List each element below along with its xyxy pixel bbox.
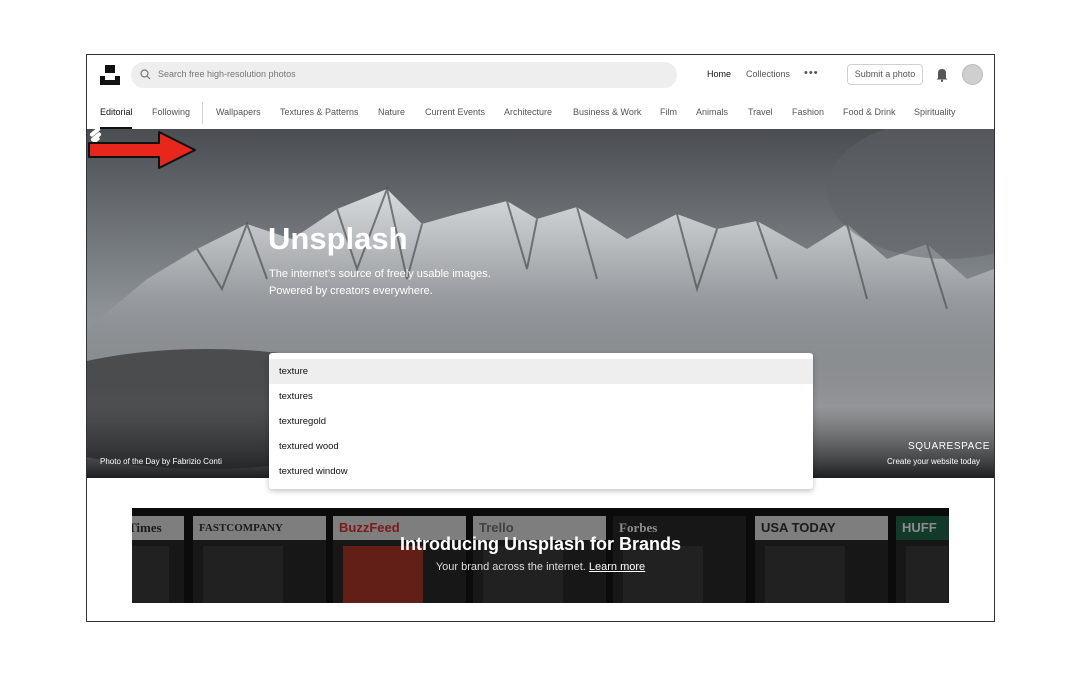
tab-animals[interactable]: Animals (696, 107, 728, 117)
brands-promo-banner[interactable]: Times FASTCOMPANY BuzzFeed Trello Forbes… (132, 508, 949, 603)
banner-subtitle: Your brand across the internet. Learn mo… (132, 561, 949, 573)
browser-frame: Search free high-resolution photos Home … (86, 54, 995, 622)
photo-credit-link[interactable]: Photo of the Day by Fabrizio Conti (100, 457, 222, 466)
tab-travel[interactable]: Travel (748, 107, 773, 117)
suggestion-item[interactable]: textures (269, 384, 813, 409)
suggestion-item[interactable]: texturegold (269, 409, 813, 434)
banner-title: Introducing Unsplash for Brands (399, 534, 681, 554)
hero-title: Unsplash (268, 221, 408, 256)
search-icon (140, 69, 151, 80)
nav-divider (202, 102, 203, 124)
hero-subtitle-line1: The internet’s source of freely usable i… (269, 268, 491, 280)
user-avatar[interactable] (962, 64, 983, 85)
red-annotation-arrow (88, 131, 196, 169)
tab-editorial[interactable]: Editorial (100, 107, 133, 117)
tab-food-drink[interactable]: Food & Drink (843, 107, 896, 117)
suggestion-item[interactable]: textured wood (269, 434, 813, 459)
tab-nature[interactable]: Nature (378, 107, 405, 117)
nav-collections-link[interactable]: Collections (746, 69, 790, 79)
tab-wallpapers[interactable]: Wallpapers (216, 107, 261, 117)
tab-following[interactable]: Following (152, 107, 190, 117)
tab-film[interactable]: Film (660, 107, 677, 117)
nav-home-link[interactable]: Home (707, 69, 731, 79)
search-suggestions-dropdown: texture textures texturegold textured wo… (269, 353, 813, 489)
sponsor-name[interactable]: SQUARESPACE (908, 441, 990, 452)
category-nav: Editorial Following Wallpapers Textures … (87, 99, 994, 129)
tab-current-events[interactable]: Current Events (425, 107, 485, 117)
tab-architecture[interactable]: Architecture (504, 107, 552, 117)
hero-subtitle-line2: Powered by creators everywhere. (269, 285, 433, 297)
tab-spirituality[interactable]: Spirituality (914, 107, 956, 117)
learn-more-link[interactable]: Learn more (589, 561, 645, 573)
more-menu-icon[interactable]: ••• (804, 67, 819, 79)
notification-bell-icon[interactable] (935, 67, 949, 82)
top-navigation: Search free high-resolution photos Home … (87, 55, 994, 95)
suggestion-item[interactable]: texture (269, 359, 813, 384)
banner-subtitle-text: Your brand across the internet. (435, 561, 586, 573)
suggestion-item[interactable]: textured window (269, 459, 813, 484)
submit-photo-button[interactable]: Submit a photo (847, 64, 923, 85)
tab-business-work[interactable]: Business & Work (573, 107, 641, 117)
tab-fashion[interactable]: Fashion (792, 107, 824, 117)
tab-textures-patterns[interactable]: Textures & Patterns (280, 107, 359, 117)
search-placeholder: Search free high-resolution photos (158, 69, 296, 79)
banner-overlay (132, 508, 949, 603)
unsplash-logo[interactable] (100, 65, 120, 85)
sponsor-tagline[interactable]: Create your website today (887, 457, 980, 466)
header-search-input[interactable]: Search free high-resolution photos (131, 62, 677, 88)
